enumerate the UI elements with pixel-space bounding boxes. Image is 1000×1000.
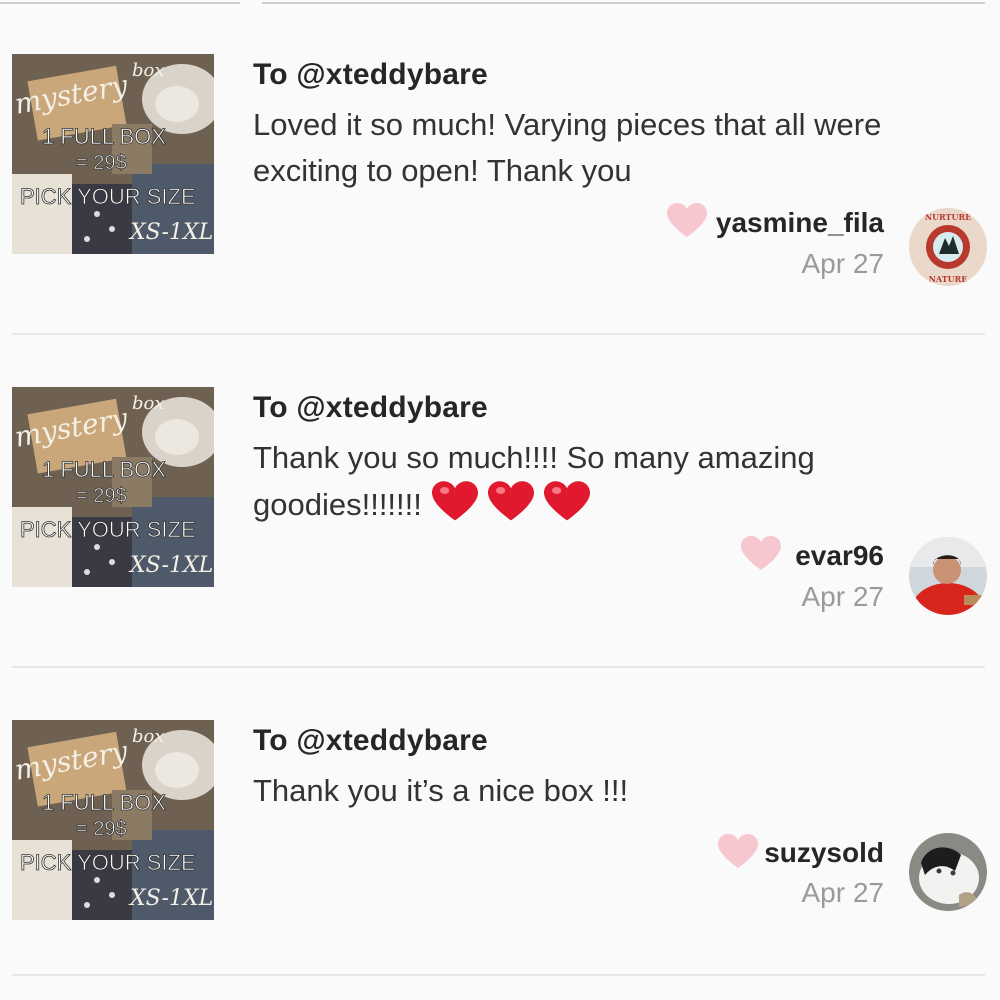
red-heart-emoji [487, 481, 534, 521]
thumb-line2: = 29$ [76, 152, 127, 174]
review-item: mystery box 1 FULL BOX = 29$ PICK YOUR S… [0, 666, 1000, 999]
reviewer-username[interactable]: yasmine_fila [716, 207, 884, 239]
avatar[interactable] [909, 833, 987, 911]
thumb-line2: = 29$ [76, 818, 127, 840]
reviews-page: mystery box 1 FULL BOX = 29$ PICK YOUR S… [0, 0, 1000, 1000]
thumb-line2: = 29$ [76, 485, 127, 507]
mystery-box-image: mystery box 1 FULL BOX = 29$ PICK YOUR S… [12, 54, 214, 254]
thumb-line4: XS-1XL [128, 553, 213, 578]
thumb-line1: 1 FULL BOX [42, 790, 166, 815]
reviewer-username[interactable]: suzysold [764, 837, 884, 869]
review-message: Loved it so much! Varying pieces that al… [253, 102, 973, 194]
red-heart-emoji [431, 481, 478, 521]
avatar-text-top: NURTURE [925, 212, 971, 222]
review-message: Thank you so much!!!! So many amazing go… [253, 435, 973, 528]
review-message-line: Loved it so much! Varying pieces that al… [253, 107, 882, 142]
heart-icon[interactable] [667, 203, 707, 239]
thumb-line3: PICK YOUR SIZE [20, 517, 196, 542]
avatar-text-bottom: NATURE [929, 274, 968, 284]
review-message-line-with-emojis: goodies!!!!!!! [253, 481, 973, 528]
product-thumbnail[interactable]: mystery box 1 FULL BOX = 29$ PICK YOUR S… [12, 720, 214, 920]
avatar[interactable] [909, 537, 987, 615]
heart-icon[interactable] [741, 536, 781, 572]
divider [12, 974, 985, 976]
review-date: Apr 27 [801, 581, 885, 612]
recipient-label: To @xteddybare [253, 58, 488, 91]
red-heart-emoji [543, 481, 590, 521]
recipient-label: To @xteddybare [253, 724, 488, 757]
thumb-script-box: box [132, 726, 165, 747]
review-item: mystery box 1 FULL BOX = 29$ PICK YOUR S… [0, 333, 1000, 668]
reviewer-username[interactable]: evar96 [795, 540, 884, 572]
thumb-line1: 1 FULL BOX [42, 457, 166, 482]
review-message-line: goodies!!!!!!! [253, 487, 422, 522]
review-item: mystery box 1 FULL BOX = 29$ PICK YOUR S… [0, 0, 1000, 335]
review-message: Thank you it’s a nice box !!! [253, 768, 973, 814]
product-thumbnail[interactable]: mystery box 1 FULL BOX = 29$ PICK YOUR S… [12, 54, 214, 254]
review-message-line: Thank you so much!!!! So many amazing [253, 440, 815, 475]
heart-icon[interactable] [718, 834, 758, 870]
review-date: Apr 27 [801, 248, 885, 279]
mystery-box-image: mystery box 1 FULL BOX = 29$ PICK YOUR S… [12, 387, 214, 587]
review-message-line: exciting to open! Thank you [253, 153, 632, 188]
thumb-line3: PICK YOUR SIZE [20, 850, 196, 875]
recipient-label: To @xteddybare [253, 391, 488, 424]
review-date: Apr 27 [801, 877, 885, 908]
mystery-box-image: mystery box 1 FULL BOX = 29$ PICK YOUR S… [12, 720, 214, 920]
thumb-script-box: box [132, 393, 165, 414]
thumb-line4: XS-1XL [128, 220, 213, 245]
avatar[interactable]: NURTURE NATURE [909, 208, 987, 286]
thumb-line4: XS-1XL [128, 886, 213, 911]
review-message-line: Thank you it’s a nice box !!! [253, 773, 629, 808]
thumb-line3: PICK YOUR SIZE [20, 184, 196, 209]
thumb-line1: 1 FULL BOX [42, 124, 166, 149]
product-thumbnail[interactable]: mystery box 1 FULL BOX = 29$ PICK YOUR S… [12, 387, 214, 587]
thumb-script-box: box [132, 60, 165, 81]
